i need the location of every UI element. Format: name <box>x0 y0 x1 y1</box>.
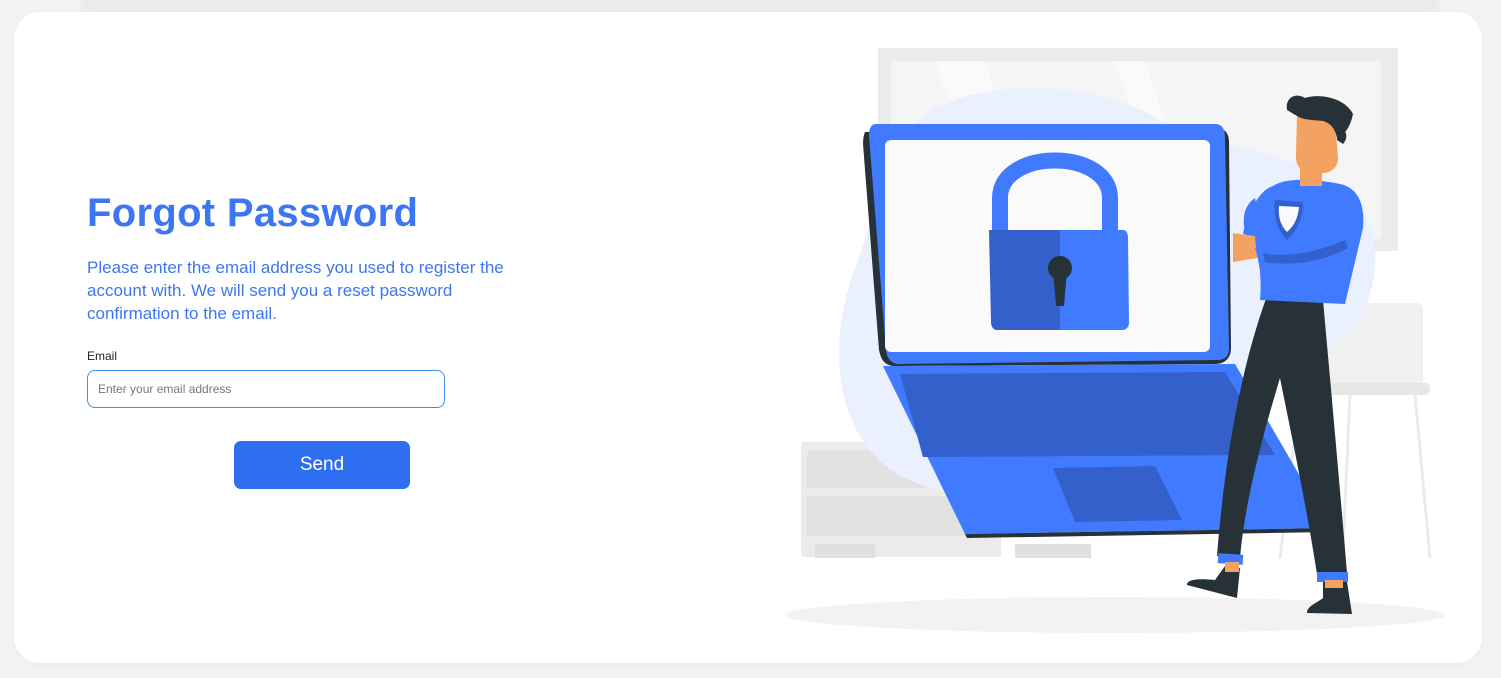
background-card-shadow <box>80 0 1440 10</box>
instructions-text: Please enter the email address you used … <box>87 258 504 323</box>
forgot-password-form: Forgot Password Please enter the email a… <box>87 190 557 489</box>
forgot-password-card: Forgot Password Please enter the email a… <box>14 12 1482 663</box>
page-title: Forgot Password <box>87 191 419 235</box>
email-label: Email <box>87 349 118 363</box>
security-illustration <box>785 48 1445 633</box>
send-button[interactable]: Send <box>234 441 410 489</box>
email-input[interactable] <box>87 370 445 408</box>
